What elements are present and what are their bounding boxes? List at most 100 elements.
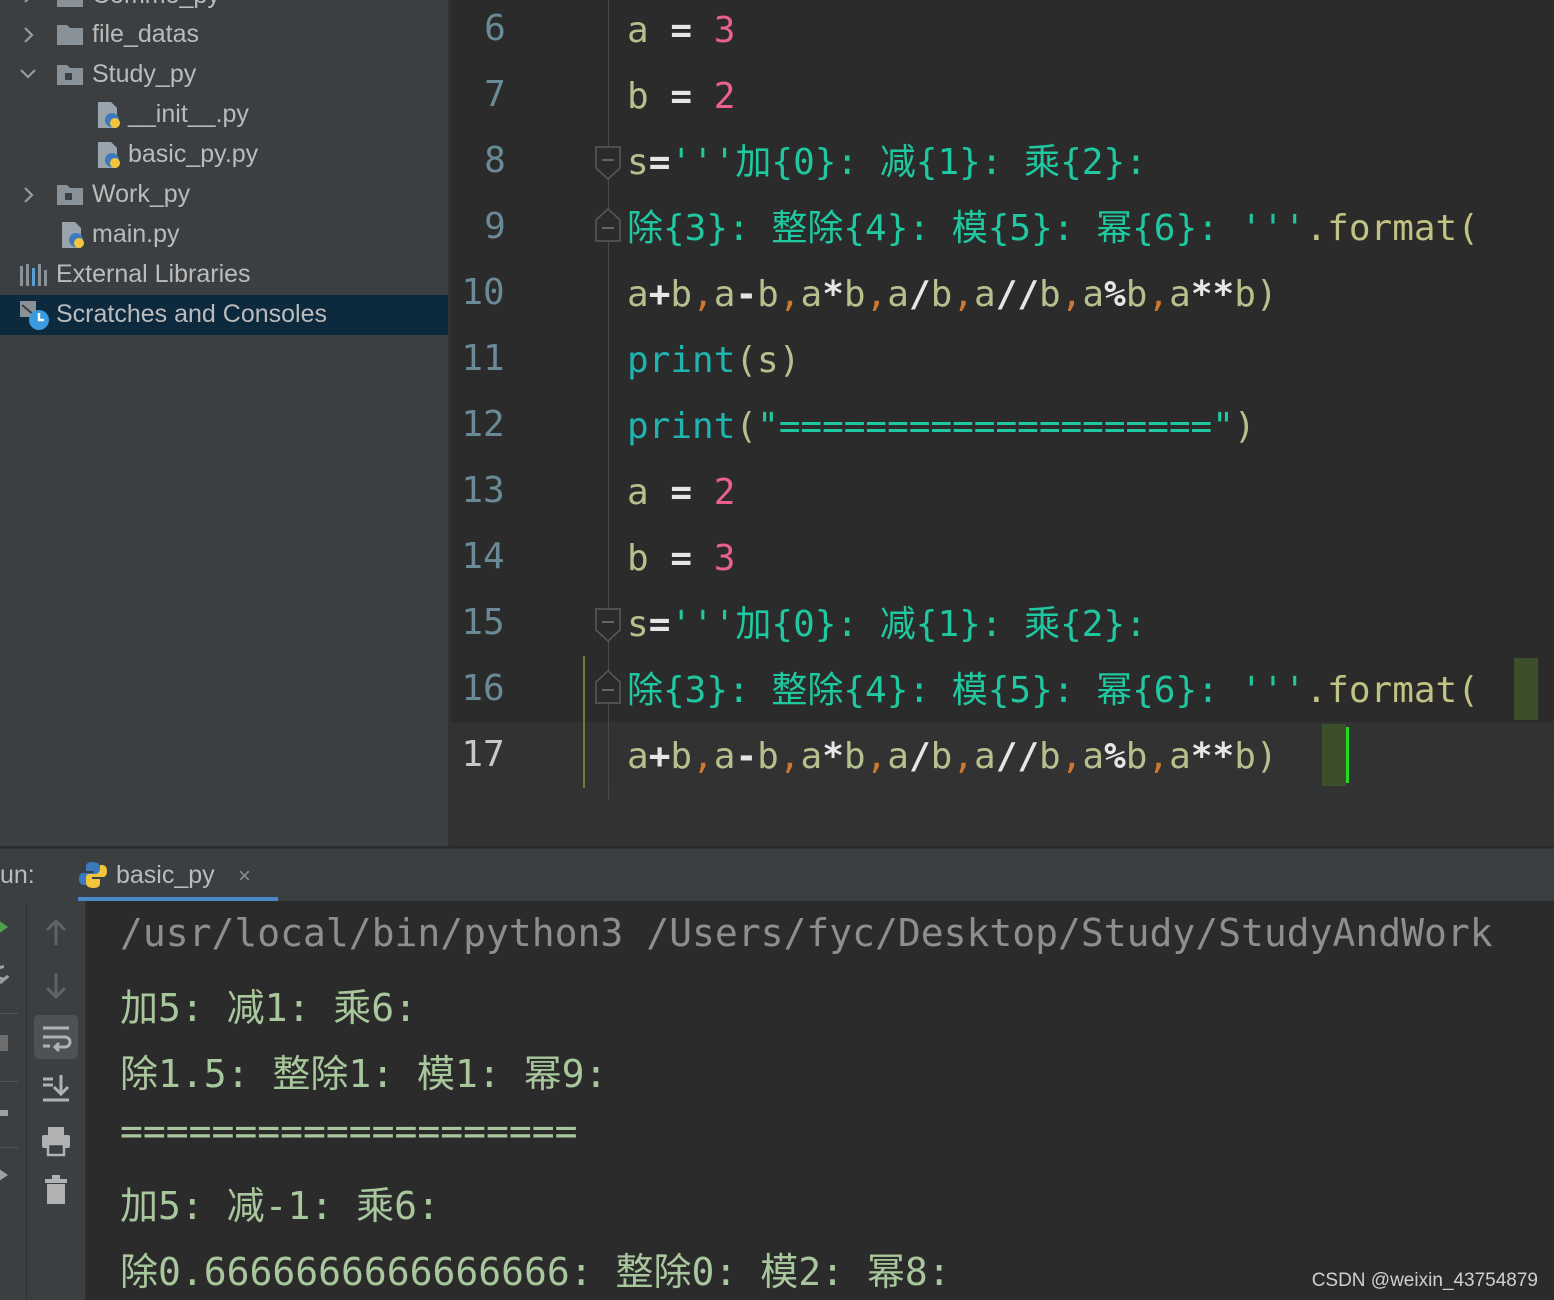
line-number[interactable]: 11 (451, 338, 523, 379)
code-line[interactable]: a+b,a-b,a*b,a/b,a//b,a%b,a**b) (627, 262, 1278, 328)
code-token: (s) (735, 340, 801, 381)
trash-icon[interactable] (34, 1169, 78, 1213)
line-number[interactable]: 8 (455, 140, 535, 181)
run-tab-basic-py[interactable]: basic_py × (78, 849, 278, 901)
fold-start-icon[interactable] (595, 608, 621, 643)
tree-item-label: Commo_py (92, 0, 220, 10)
code-token: a (974, 736, 996, 777)
package-folder-icon (55, 60, 85, 90)
code-line[interactable]: b = 2 (627, 64, 735, 130)
tree-item-label: file_datas (92, 20, 200, 48)
scroll-to-end-icon[interactable] (34, 1067, 78, 1111)
tree-item-work-py[interactable]: Work_py (0, 175, 448, 215)
console-output-line[interactable]: 加5: 减-1: 乘6: (120, 1175, 440, 1230)
code-line[interactable]: print("====================") (627, 394, 1256, 460)
folder-icon (55, 20, 85, 50)
close-icon[interactable]: × (238, 863, 251, 889)
code-line[interactable]: 除{3}: 整除{4}: 模{5}: 幂{6}: '''.format( (627, 196, 1479, 262)
chevron-right-icon[interactable] (18, 0, 38, 5)
code-line[interactable]: a = 3 (627, 0, 735, 64)
code-token: print (627, 340, 736, 381)
code-token: b (670, 736, 693, 777)
tree-item-study-py[interactable]: Study_py (0, 55, 448, 95)
code-token: a (887, 736, 909, 777)
project-tree: Commo_py file_datas Study_py __init__.py… (0, 0, 448, 846)
run-tab-label: basic_py (116, 861, 215, 889)
console-output-line[interactable]: ==================== (120, 1109, 578, 1153)
line-number[interactable]: 10 (451, 272, 523, 313)
console-output-line[interactable]: 除1.5: 整除1: 模1: 幂9: (120, 1043, 607, 1098)
tree-item-scratches[interactable]: Scratches and Consoles (0, 295, 448, 335)
code-line[interactable]: a = 2 (627, 460, 735, 526)
code-token: s (627, 142, 649, 183)
line-number[interactable]: 17 (451, 734, 523, 775)
code-token: a (887, 274, 909, 315)
line-number[interactable]: 9 (455, 206, 535, 247)
code-line[interactable]: 除{3}: 整除{4}: 模{5}: 幂{6}: '''.format( (627, 658, 1479, 724)
code-line[interactable]: s='''加{0}: 减{1}: 乘{2}: (627, 592, 1147, 658)
code-token: = (648, 10, 714, 51)
code-token: = (648, 538, 714, 579)
python-icon (78, 860, 108, 895)
fold-end-icon[interactable] (595, 207, 621, 242)
code-token: * (822, 274, 844, 315)
down-arrow-icon[interactable] (34, 963, 78, 1007)
code-token: b (843, 274, 866, 315)
code-editor[interactable]: 6 7 8 9 10 11 12 13 14 15 16 17 a = 3 b … (451, 0, 1554, 846)
console-output-line[interactable]: 加5: 减1: 乘6: (120, 977, 417, 1032)
vcs-change-marker[interactable] (583, 656, 585, 788)
line-number[interactable]: 12 (451, 404, 523, 445)
tree-item-main-py[interactable]: main.py (0, 215, 448, 255)
code-token: 2 (713, 472, 736, 513)
chevron-right-icon[interactable] (18, 185, 38, 205)
code-token: a (1169, 274, 1191, 315)
code-token: .format( (1305, 208, 1479, 249)
code-token: ** (1190, 274, 1235, 315)
print-icon[interactable] (34, 1119, 78, 1163)
fold-start-icon[interactable] (595, 146, 621, 181)
chevron-right-icon[interactable] (18, 25, 38, 45)
code-line[interactable]: a+b,a-b,a*b,a/b,a//b,a%b,a**b) (627, 724, 1278, 790)
code-token: a (1082, 736, 1105, 777)
line-number[interactable]: 7 (455, 74, 535, 115)
tree-item-basic-py[interactable]: basic_py.py (0, 135, 448, 175)
code-token: .format( (1305, 670, 1479, 711)
tree-item-external-libraries[interactable]: External Libraries (0, 255, 448, 295)
console-output-line[interactable]: 除0.6666666666666666: 整除0: 模2: 幂8: (120, 1241, 951, 1296)
console-output[interactable]: /usr/local/bin/python3 /Users/fyc/Deskto… (86, 901, 1554, 1300)
soft-wrap-icon[interactable] (34, 1015, 78, 1059)
chevron-down-icon[interactable] (18, 63, 38, 83)
line-number[interactable]: 14 (451, 536, 523, 577)
code-token: , (692, 736, 714, 777)
code-line[interactable]: b = 3 (627, 526, 735, 592)
tree-item-label: main.py (92, 220, 180, 248)
code-token: , (1060, 274, 1083, 315)
up-arrow-icon[interactable] (34, 911, 78, 955)
code-token: 2 (713, 76, 736, 117)
code-line[interactable]: s='''加{0}: 减{1}: 乘{2}: (627, 130, 1147, 196)
toolbar-separator (0, 1013, 18, 1014)
code-token: b (1125, 274, 1148, 315)
code-token: // (995, 736, 1040, 777)
line-number[interactable]: 15 (451, 602, 523, 643)
code-token: a (800, 736, 823, 777)
line-number[interactable]: 6 (455, 8, 535, 49)
console-command-line[interactable]: /usr/local/bin/python3 /Users/fyc/Deskto… (120, 911, 1493, 955)
code-token: b (1125, 736, 1148, 777)
code-token: a (800, 274, 823, 315)
code-token: a (627, 274, 649, 315)
line-number[interactable]: 16 (451, 668, 523, 709)
fold-end-icon[interactable] (595, 669, 621, 704)
tree-item-commo-py[interactable]: Commo_py (0, 0, 448, 15)
code-token: "====================" (757, 406, 1234, 447)
code-token: + (648, 736, 671, 777)
code-token: b (843, 736, 866, 777)
tree-item-label: __init__.py (128, 100, 249, 128)
line-number[interactable]: 13 (451, 470, 523, 511)
tree-item-init-py[interactable]: __init__.py (0, 95, 448, 135)
code-token: a (1082, 274, 1105, 315)
tree-item-file-datas[interactable]: file_datas (0, 15, 448, 55)
run-label: un: (0, 861, 35, 889)
code-line[interactable]: print(s) (627, 328, 800, 394)
code-token: a (974, 274, 996, 315)
